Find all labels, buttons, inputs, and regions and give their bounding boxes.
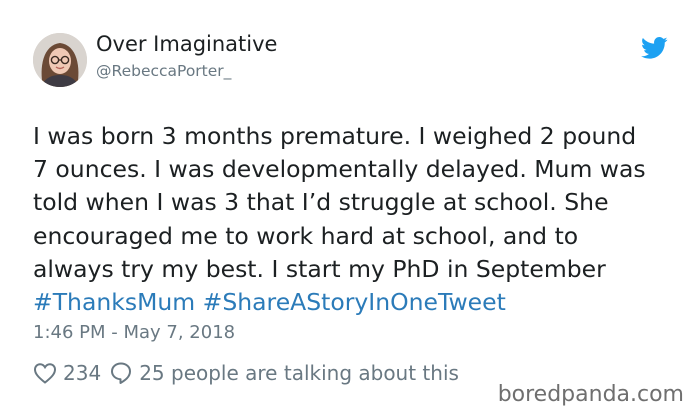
like-count: 234 — [63, 361, 102, 385]
user-handle[interactable]: @RebeccaPorter_ — [96, 62, 231, 80]
avatar[interactable] — [33, 33, 87, 87]
twitter-bird-icon[interactable] — [641, 37, 668, 59]
display-name[interactable]: Over Imaginative — [96, 32, 277, 56]
tweet-line: always try my best. I start my PhD in Se… — [33, 254, 606, 283]
watermark: boredpanda.com — [497, 382, 684, 407]
speech-bubble-icon — [109, 361, 133, 385]
hashtag-thanksmum[interactable]: #ThanksMum — [33, 288, 195, 316]
hashtag-line: #ThanksMum #ShareAStoryInOneTweet — [33, 286, 683, 319]
tweet-line: I was born 3 months premature. I weighed… — [33, 122, 637, 150]
profile-photo — [33, 33, 87, 87]
tweet-card: Over Imaginative @RebeccaPorter_ I was b… — [0, 0, 700, 415]
engagement-bar: 234 25 people are talking about this — [33, 358, 459, 388]
reply-count-text: 25 people are talking about this — [139, 361, 459, 385]
tweet-line: encouraged me to work hard at school, an… — [33, 221, 579, 250]
tweet-line: 7 ounces. I was developmentally delayed.… — [33, 155, 646, 184]
tweet-line: told when I was 3 that I’d struggle at s… — [33, 188, 609, 217]
heart-icon — [33, 362, 57, 384]
hashtag-shareastoryinonetweet[interactable]: #ShareAStoryInOneTweet — [203, 288, 506, 316]
tweet-text: I was born 3 months premature. I weighed… — [33, 120, 683, 319]
tweet-timestamp[interactable]: 1:46 PM - May 7, 2018 — [33, 322, 235, 343]
like-button[interactable]: 234 — [33, 361, 101, 385]
reply-button[interactable]: 25 people are talking about this — [109, 361, 459, 385]
